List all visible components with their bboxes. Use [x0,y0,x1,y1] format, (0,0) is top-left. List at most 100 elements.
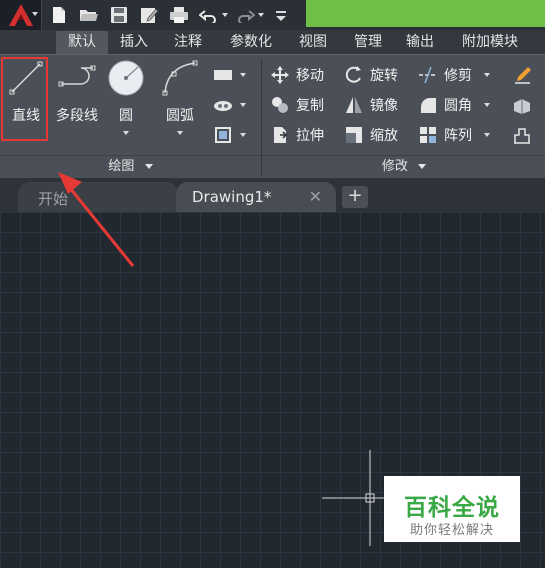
quick-access-toolbar [46,0,294,30]
stretch-button[interactable]: 拉伸 [269,123,324,147]
document-tab-bar: 开始 Drawing1* ✕ + [0,178,545,212]
fillet-dropdown-icon[interactable] [484,103,490,107]
tab-default[interactable]: 默认 [56,31,108,54]
rectangle-dropdown-icon[interactable] [240,73,246,77]
modify-panel: 移动 旋转 修剪 复制 镜像 圆角 拉伸 缩放 阵列 修改 [263,55,545,179]
rotate-icon [343,64,365,86]
new-file-icon[interactable] [46,2,72,28]
rectangle-icon [212,64,234,86]
rotate-label: 旋转 [370,68,398,84]
customize-quick-access-icon[interactable] [268,2,294,28]
fillet-icon [417,94,439,116]
arc-icon [160,57,200,99]
close-icon[interactable]: ✕ [309,187,322,206]
arc-button[interactable]: 圆弧 [158,57,202,135]
tab-drawing-label: Drawing1* [192,188,272,206]
polyline-icon [57,57,97,99]
watermark-subtitle: 助你轻松解决 [409,523,494,538]
copy-label: 复制 [296,98,324,114]
hatch-icon [212,94,234,116]
scale-button[interactable]: 缩放 [343,123,398,147]
array-label: 阵列 [444,128,472,144]
save-as-icon[interactable] [136,2,162,28]
arc-dropdown-icon[interactable] [177,131,183,135]
move-icon [269,64,291,86]
draw-panel: 直线 多段线 圆 圆弧 绘图 [0,55,261,179]
tab-drawing[interactable]: Drawing1* ✕ [176,182,336,212]
redo-icon[interactable] [232,2,258,28]
move-button[interactable]: 移动 [269,63,324,87]
mirror-label: 镜像 [370,98,398,114]
new-tab-button[interactable]: + [342,186,368,208]
circle-dropdown-icon[interactable] [123,131,129,135]
tab-annotate[interactable]: 注释 [166,31,210,54]
circle-icon [106,57,146,99]
tab-start-label: 开始 [38,190,69,208]
array-button[interactable]: 阵列 [417,123,490,147]
tab-start[interactable]: 开始 [18,182,178,212]
open-folder-icon[interactable] [76,2,102,28]
fillet-label: 圆角 [444,98,472,114]
stretch-label: 拉伸 [296,128,324,144]
modify-panel-title: 修改 [381,159,408,174]
undo-icon[interactable] [196,2,222,28]
circle-label: 圆 [119,108,133,124]
move-label: 移动 [296,68,324,84]
scale-icon [343,124,365,146]
polyline-label: 多段线 [56,108,98,124]
stretch-icon [269,124,291,146]
ribbon-tab-bar: 默认 插入 注释 参数化 视图 管理 输出 附加模块 [0,30,545,54]
boundary-icon [212,124,234,146]
trim-button[interactable]: 修剪 [417,63,490,87]
copy-button[interactable]: 复制 [269,93,324,117]
explode-icon [511,94,533,116]
tab-output[interactable]: 输出 [398,31,442,54]
save-icon[interactable] [106,2,132,28]
eraser-icon [511,64,533,86]
boundary-button[interactable] [212,123,246,147]
draw-panel-title-bar[interactable]: 绘图 [0,155,261,179]
copy-icon [269,94,291,116]
title-bar [0,0,545,30]
mirror-button[interactable]: 镜像 [343,93,398,117]
undo-dropdown-icon[interactable] [222,13,228,17]
polyline-button[interactable]: 多段线 [52,57,102,135]
circle-button[interactable]: 圆 [106,57,146,135]
erase-button[interactable] [511,63,533,87]
array-icon [417,124,439,146]
mirror-icon [343,94,365,116]
scale-label: 缩放 [370,128,398,144]
array-dropdown-icon[interactable] [484,133,490,137]
trim-icon [417,64,439,86]
tab-view[interactable]: 视图 [292,31,334,54]
modify-panel-expand-icon[interactable] [418,164,427,169]
draw-panel-expand-icon[interactable] [144,164,153,169]
panel-divider [261,59,262,175]
trim-dropdown-icon[interactable] [484,73,490,77]
line-icon [6,57,46,99]
tab-addins[interactable]: 附加模块 [454,31,526,54]
offset-icon [511,124,533,146]
modify-panel-title-bar[interactable]: 修改 [263,155,545,179]
tab-manage[interactable]: 管理 [346,31,390,54]
autocad-logo-icon [8,4,33,26]
rectangle-button[interactable] [212,63,246,87]
line-button[interactable]: 直线 [4,57,48,135]
tab-parametric[interactable]: 参数化 [222,31,280,54]
trim-label: 修剪 [444,68,472,84]
boundary-dropdown-icon[interactable] [240,133,246,137]
rotate-button[interactable]: 旋转 [343,63,398,87]
offset-button[interactable] [511,123,533,147]
tab-insert[interactable]: 插入 [112,31,156,54]
redo-dropdown-icon[interactable] [258,13,264,17]
hatch-dropdown-icon[interactable] [240,103,246,107]
title-area [306,0,545,27]
hatch-button[interactable] [212,93,246,117]
print-icon[interactable] [166,2,192,28]
watermark-title: 百科全说 [404,495,500,521]
application-menu-button[interactable] [0,0,42,30]
watermark-badge: 百科全说 助你轻松解决 [384,476,520,542]
line-label: 直线 [12,108,40,124]
explode-button[interactable] [511,93,533,117]
fillet-button[interactable]: 圆角 [417,93,490,117]
